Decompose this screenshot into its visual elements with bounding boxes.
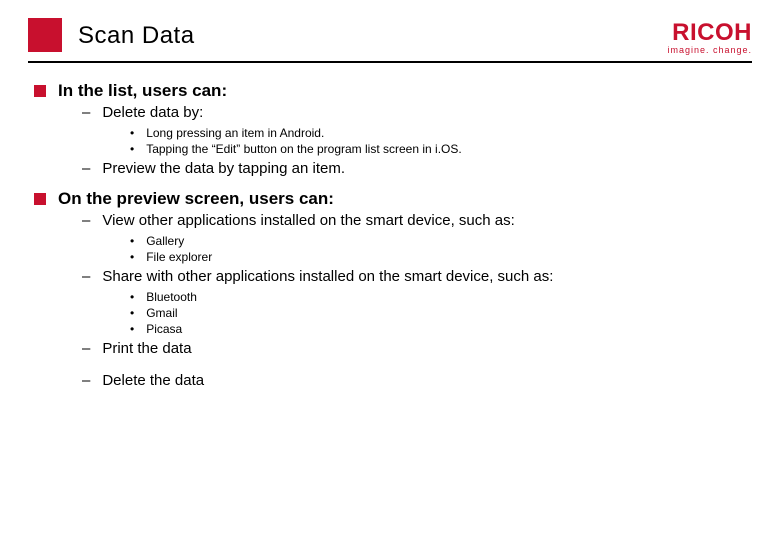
- slide: Scan Data RICOH imagine. change. In the …: [0, 0, 780, 391]
- list-item: On the preview screen, users can:: [34, 189, 746, 209]
- list-item: – Share with other applications installe…: [34, 267, 746, 287]
- logo-tagline: imagine. change.: [667, 45, 752, 55]
- item-text: Delete the data: [102, 371, 204, 391]
- list-item: • Gallery: [34, 233, 746, 249]
- dash-bullet-icon: –: [82, 371, 90, 391]
- dot-bullet-icon: •: [130, 289, 134, 305]
- dot-bullet-icon: •: [130, 305, 134, 321]
- list-item: • Picasa: [34, 321, 746, 337]
- item-text: Preview the data by tapping an item.: [102, 159, 345, 179]
- heading-text: In the list, users can:: [58, 81, 227, 101]
- dot-bullet-icon: •: [130, 125, 134, 141]
- square-bullet-icon: [34, 193, 46, 205]
- list-item: • File explorer: [34, 249, 746, 265]
- header-row: Scan Data RICOH imagine. change.: [28, 18, 752, 55]
- heading-text: On the preview screen, users can:: [58, 189, 334, 209]
- dot-bullet-icon: •: [130, 321, 134, 337]
- title-block: Scan Data: [28, 18, 195, 52]
- brand-logo: RICOH imagine. change.: [667, 22, 752, 55]
- item-text: Share with other applications installed …: [102, 267, 553, 287]
- subitem-text: Gmail: [146, 305, 177, 321]
- list-item: – Preview the data by tapping an item.: [34, 159, 746, 179]
- content: In the list, users can: – Delete data by…: [28, 63, 752, 391]
- page-title: Scan Data: [78, 22, 195, 52]
- subitem-text: Tapping the “Edit” button on the program…: [146, 141, 462, 157]
- list-item: In the list, users can:: [34, 81, 746, 101]
- list-item: • Tapping the “Edit” button on the progr…: [34, 141, 746, 157]
- item-text: Delete data by:: [102, 103, 203, 123]
- list-item: – Delete data by:: [34, 103, 746, 123]
- subitem-text: Gallery: [146, 233, 184, 249]
- list-item: • Long pressing an item in Android.: [34, 125, 746, 141]
- title-accent-square: [28, 18, 62, 52]
- list-item: – View other applications installed on t…: [34, 211, 746, 231]
- dash-bullet-icon: –: [82, 103, 90, 123]
- subitem-text: Picasa: [146, 321, 182, 337]
- dash-bullet-icon: –: [82, 159, 90, 179]
- subitem-text: Bluetooth: [146, 289, 197, 305]
- logo-text: RICOH: [667, 22, 752, 44]
- list-item: • Gmail: [34, 305, 746, 321]
- dash-bullet-icon: –: [82, 211, 90, 231]
- item-text: View other applications installed on the…: [102, 211, 514, 231]
- list-item: – Print the data: [34, 339, 746, 359]
- list-item: • Bluetooth: [34, 289, 746, 305]
- dot-bullet-icon: •: [130, 141, 134, 157]
- subitem-text: Long pressing an item in Android.: [146, 125, 324, 141]
- dot-bullet-icon: •: [130, 249, 134, 265]
- dot-bullet-icon: •: [130, 233, 134, 249]
- dash-bullet-icon: –: [82, 267, 90, 287]
- subitem-text: File explorer: [146, 249, 212, 265]
- square-bullet-icon: [34, 85, 46, 97]
- item-text: Print the data: [102, 339, 191, 359]
- list-item: – Delete the data: [34, 371, 746, 391]
- dash-bullet-icon: –: [82, 339, 90, 359]
